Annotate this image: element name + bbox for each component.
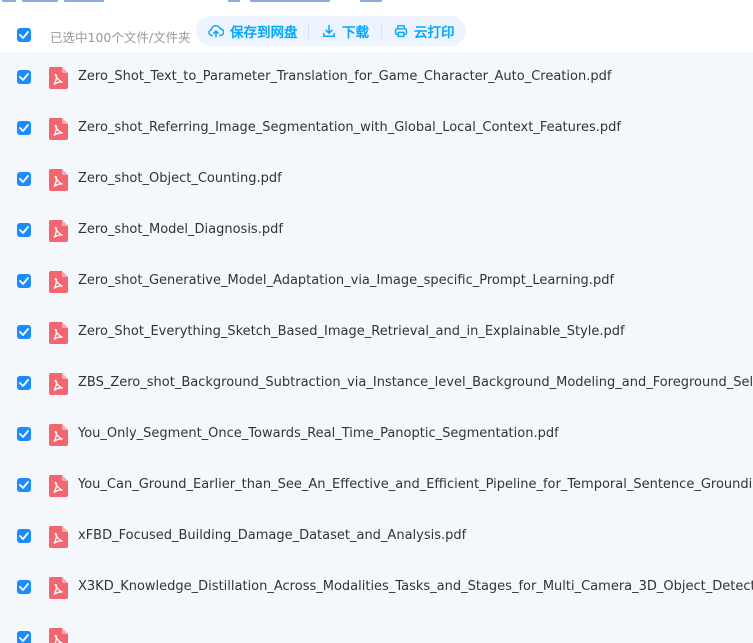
printer-icon xyxy=(394,24,408,38)
select-all-checkbox[interactable] xyxy=(17,28,31,42)
download-label: 下载 xyxy=(342,25,369,41)
action-button-group: 保存到网盘 下载 云打印 xyxy=(196,16,466,46)
file-checkbox[interactable] xyxy=(17,427,31,441)
download-button[interactable]: 下载 xyxy=(322,16,369,46)
file-row[interactable]: Zero_shot_Generative_Model_Adaptation_vi… xyxy=(0,256,753,307)
pdf-icon xyxy=(49,169,68,195)
file-row[interactable]: Zero_Shot_Text_to_Parameter_Translation_… xyxy=(0,52,753,103)
file-checkbox[interactable] xyxy=(17,223,31,237)
file-name[interactable]: xFBD_Focused_Building_Damage_Dataset_and… xyxy=(78,528,466,543)
file-name[interactable]: X3KD_Knowledge_Distillation_Across_Modal… xyxy=(78,579,753,594)
file-checkbox[interactable] xyxy=(17,529,31,543)
file-name[interactable]: ZBS_Zero_shot_Background_Subtraction_via… xyxy=(78,375,753,390)
file-name[interactable]: Zero_Shot_Everything_Sketch_Based_Image_… xyxy=(78,324,625,339)
button-divider xyxy=(381,24,382,39)
download-icon xyxy=(322,24,336,38)
save-to-cloud-button[interactable]: 保存到网盘 xyxy=(208,16,298,46)
file-checkbox[interactable] xyxy=(17,172,31,186)
pdf-icon xyxy=(49,67,68,93)
pdf-icon xyxy=(49,424,68,450)
cloud-print-label: 云打印 xyxy=(414,25,455,41)
breadcrumb-remnant xyxy=(0,0,753,5)
file-checkbox[interactable] xyxy=(17,580,31,594)
file-name[interactable]: You_Can_Ground_Earlier_than_See_An_Effec… xyxy=(78,477,753,492)
button-divider xyxy=(308,24,309,39)
file-row[interactable]: Zero_Shot_Everything_Sketch_Based_Image_… xyxy=(0,307,753,358)
file-name[interactable]: Zero_shot_Referring_Image_Segmentation_w… xyxy=(78,120,621,135)
file-row[interactable]: ZBS_Zero_shot_Background_Subtraction_via… xyxy=(0,358,753,409)
cloud-print-button[interactable]: 云打印 xyxy=(394,16,455,46)
file-row[interactable]: xFBD_Focused_Building_Damage_Dataset_and… xyxy=(0,511,753,562)
file-list: Zero_Shot_Text_to_Parameter_Translation_… xyxy=(0,52,753,643)
pdf-icon xyxy=(49,475,68,501)
file-name[interactable]: Zero_shot_Generative_Model_Adaptation_vi… xyxy=(78,273,614,288)
file-name[interactable]: Zero_Shot_Text_to_Parameter_Translation_… xyxy=(78,69,611,84)
file-checkbox[interactable] xyxy=(17,325,31,339)
file-name[interactable]: You_Only_Segment_Once_Towards_Real_Time_… xyxy=(78,426,559,441)
file-checkbox[interactable] xyxy=(17,274,31,288)
file-checkbox[interactable] xyxy=(17,121,31,135)
file-checkbox[interactable] xyxy=(17,631,31,643)
file-name[interactable]: Zero_shot_Object_Counting.pdf xyxy=(78,171,282,186)
file-checkbox[interactable] xyxy=(17,70,31,84)
file-name[interactable]: Zero_shot_Model_Diagnosis.pdf xyxy=(78,222,283,237)
file-row[interactable]: You_Can_Ground_Earlier_than_See_An_Effec… xyxy=(0,460,753,511)
pdf-icon xyxy=(49,577,68,603)
cloud-upload-icon xyxy=(208,24,224,38)
file-row[interactable] xyxy=(0,613,753,643)
pdf-icon xyxy=(49,526,68,552)
pdf-icon xyxy=(49,322,68,348)
pdf-icon xyxy=(49,220,68,246)
pdf-icon xyxy=(49,271,68,297)
file-row[interactable]: Zero_shot_Referring_Image_Segmentation_w… xyxy=(0,103,753,154)
pdf-icon xyxy=(49,118,68,144)
file-row[interactable]: X3KD_Knowledge_Distillation_Across_Modal… xyxy=(0,562,753,613)
selection-count-text: 已选中100个文件/文件夹 xyxy=(50,30,191,45)
selection-toolbar: 已选中100个文件/文件夹 保存到网盘 下载 云打印 xyxy=(0,12,753,54)
file-row[interactable]: You_Only_Segment_Once_Towards_Real_Time_… xyxy=(0,409,753,460)
pdf-icon xyxy=(49,373,68,399)
pdf-icon xyxy=(49,628,68,643)
file-row[interactable]: Zero_shot_Model_Diagnosis.pdf xyxy=(0,205,753,256)
file-checkbox[interactable] xyxy=(17,478,31,492)
file-row[interactable]: Zero_shot_Object_Counting.pdf xyxy=(0,154,753,205)
save-to-cloud-label: 保存到网盘 xyxy=(230,25,298,41)
file-checkbox[interactable] xyxy=(17,376,31,390)
